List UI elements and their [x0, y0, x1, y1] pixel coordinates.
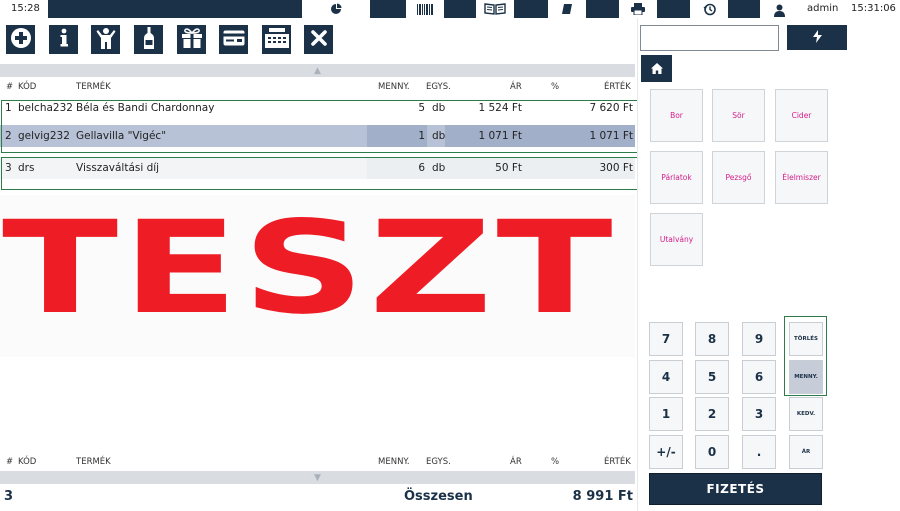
header-pct: %	[551, 82, 560, 92]
header-product: TERMÉK	[76, 457, 111, 467]
category-utalvany[interactable]: Utalvány	[650, 213, 703, 266]
gift-button[interactable]	[177, 25, 206, 54]
table-header: # KÓD TERMÉK MENNY. EGYS. ÁR % ÉRTÉK	[0, 80, 635, 94]
user-name: admin	[807, 3, 839, 14]
book-icon	[484, 3, 506, 15]
header-num: #	[6, 457, 14, 467]
plus-circle-icon	[10, 27, 32, 53]
group-outline	[1, 100, 638, 153]
header-qty: MENNY.	[378, 82, 410, 92]
panel-divider	[637, 18, 638, 511]
key-4[interactable]: 4	[649, 360, 683, 394]
watermark-text: TESZT	[2, 194, 617, 343]
register-icon	[264, 27, 289, 52]
category-cider[interactable]: Cider	[775, 89, 828, 142]
info-icon	[59, 28, 69, 52]
search-input[interactable]	[640, 25, 779, 51]
notebook-icon	[561, 3, 573, 15]
category-sor[interactable]: Sör	[712, 89, 765, 142]
history-icon	[703, 3, 716, 16]
arrow-up-icon: ▲	[314, 65, 321, 76]
clock: 15:31:06	[851, 3, 896, 14]
bottle-icon	[143, 26, 154, 53]
barcode-button[interactable]	[406, 0, 444, 18]
scroll-up-button[interactable]: ▲	[0, 64, 635, 77]
header-pct: %	[551, 457, 560, 467]
header-value: ÉRTÉK	[604, 457, 631, 467]
stats-button[interactable]	[302, 0, 370, 18]
total-amount: 8 991 Ft	[572, 489, 633, 504]
pie-chart-icon	[330, 3, 342, 15]
person-icon	[96, 27, 116, 53]
quick-action-button[interactable]	[787, 25, 847, 50]
test-watermark: TESZT	[0, 194, 635, 357]
top-bar: 15:28 admin 15:31:06	[0, 0, 900, 18]
pay-button[interactable]: FIZETÉS	[649, 473, 822, 505]
key-2[interactable]: 2	[695, 397, 729, 431]
card-button[interactable]	[219, 25, 248, 54]
totals-bar: 3 Összesen 8 991 Ft	[0, 487, 635, 511]
bottle-button[interactable]	[134, 25, 163, 54]
header-qty: MENNY.	[378, 457, 410, 467]
discount-button[interactable]: KEDV.	[789, 397, 823, 431]
printer-icon	[631, 3, 645, 15]
home-button[interactable]	[641, 55, 672, 82]
category-bor[interactable]: Bor	[650, 89, 703, 142]
lightning-icon	[812, 28, 822, 47]
header-product: TERMÉK	[76, 82, 111, 92]
pos-screen: 15:28 admin 15:31:06 ▲ # KÓD TERMÉK MENN…	[0, 0, 900, 511]
key-8[interactable]: 8	[695, 322, 729, 356]
header-num: #	[6, 82, 14, 92]
notes-button[interactable]	[548, 0, 586, 18]
key-9[interactable]: 9	[742, 322, 776, 356]
customer-button[interactable]	[91, 25, 120, 54]
close-icon	[310, 29, 327, 50]
key-sign[interactable]: +/-	[649, 435, 683, 469]
scroll-down-button[interactable]: ▼	[0, 471, 635, 484]
category-pezsgo[interactable]: Pezsgő	[712, 151, 765, 204]
history-button[interactable]	[690, 0, 728, 18]
category-elelmiszer[interactable]: Élelmiszer	[775, 151, 828, 204]
home-icon	[650, 59, 663, 78]
arrow-down-icon: ▼	[314, 472, 321, 483]
user-icon	[774, 2, 785, 21]
catalog-button[interactable]	[476, 0, 514, 18]
table-footer-header: # KÓD TERMÉK MENNY. EGYS. ÁR % ÉRTÉK	[0, 455, 635, 469]
session-time: 15:28	[0, 0, 48, 18]
key-5[interactable]: 5	[695, 360, 729, 394]
card-icon	[223, 30, 245, 50]
gift-icon	[181, 27, 203, 52]
key-decimal[interactable]: .	[742, 435, 776, 469]
header-price: ÁR	[510, 457, 522, 467]
header-code: KÓD	[18, 457, 37, 467]
key-0[interactable]: 0	[695, 435, 729, 469]
key-3[interactable]: 3	[742, 397, 776, 431]
function-key-outline	[784, 316, 827, 396]
header-unit: EGYS.	[426, 82, 451, 92]
header-value: ÉRTÉK	[604, 82, 631, 92]
category-parlatok[interactable]: Párlatok	[650, 151, 703, 204]
key-6[interactable]: 6	[742, 360, 776, 394]
total-label: Összesen	[404, 489, 473, 504]
print-button[interactable]	[619, 0, 657, 18]
price-button[interactable]: ÁR	[789, 435, 823, 469]
header-unit: EGYS.	[426, 457, 451, 467]
user-area[interactable]: admin 15:31:06	[760, 0, 900, 18]
header-price: ÁR	[510, 82, 522, 92]
item-count: 3	[4, 489, 14, 504]
header-code: KÓD	[18, 82, 37, 92]
info-button[interactable]	[49, 25, 78, 54]
key-7[interactable]: 7	[649, 322, 683, 356]
barcode-icon	[417, 3, 433, 15]
key-1[interactable]: 1	[649, 397, 683, 431]
cancel-button[interactable]	[304, 25, 333, 54]
add-item-button[interactable]	[6, 25, 35, 54]
register-button[interactable]	[262, 25, 291, 54]
